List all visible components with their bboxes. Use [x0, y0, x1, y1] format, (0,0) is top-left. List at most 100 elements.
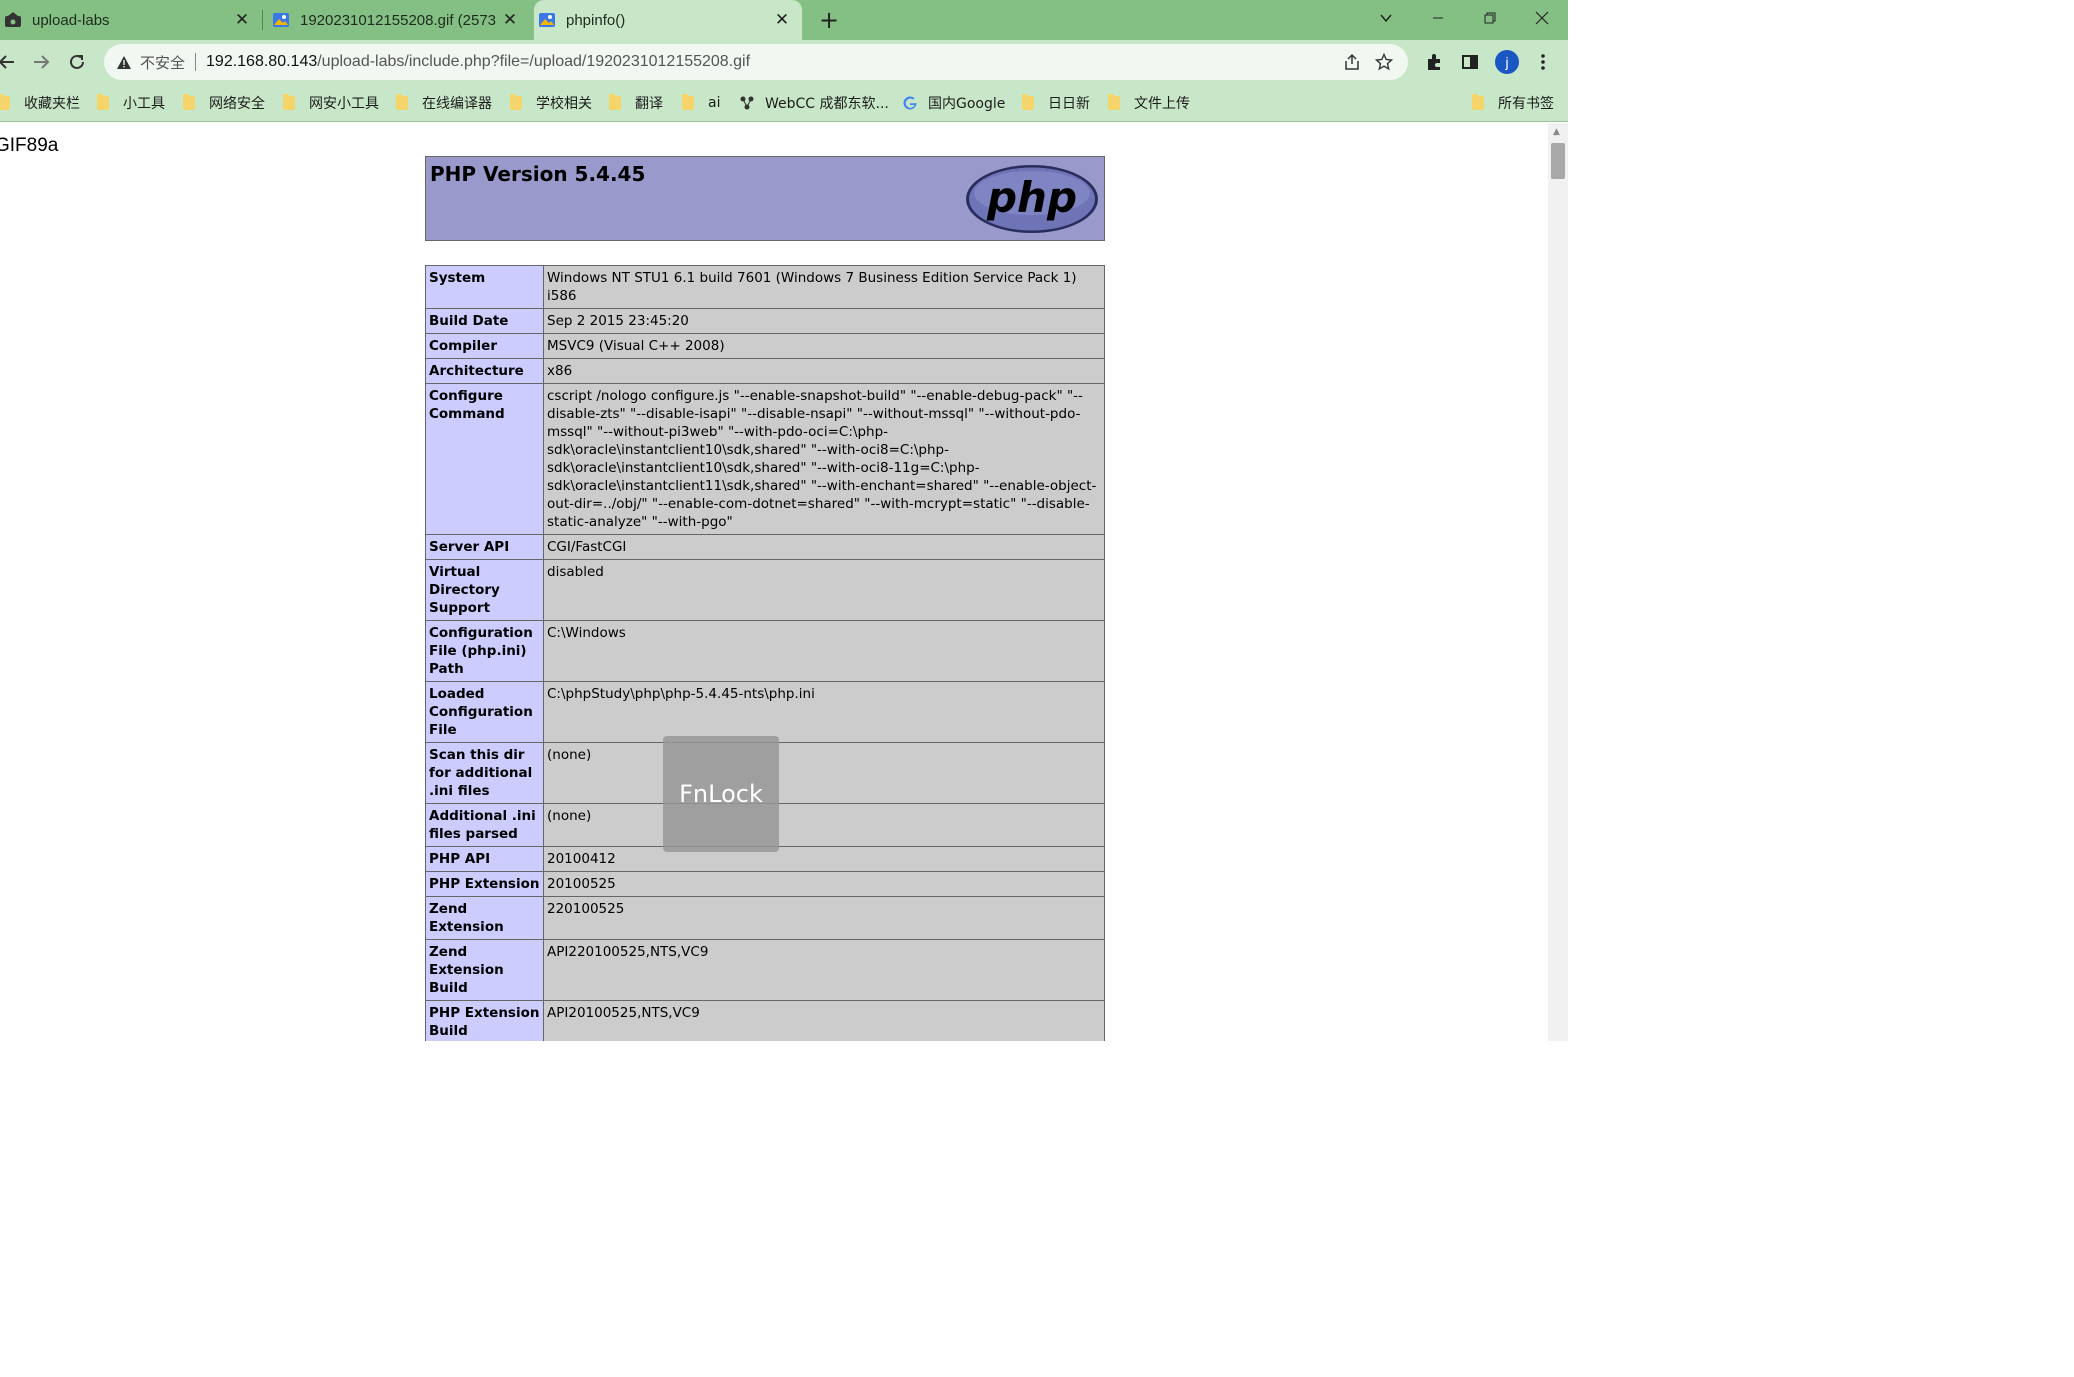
table-row: PHP Extension 20100525: [425, 871, 1105, 897]
fnlock-overlay: FnLock: [663, 736, 779, 852]
scrollbar-thumb[interactable]: [1551, 143, 1565, 179]
row-value: C:\Windows: [543, 620, 1105, 682]
close-window-button[interactable]: [1516, 0, 1568, 36]
row-value: API220100525,NTS,VC9: [543, 939, 1105, 1001]
arrow-left-icon: [0, 55, 14, 69]
browser-toolbar: 不安全 192.168.80.143/upload-labs/include.p…: [0, 40, 1568, 84]
row-key: System: [425, 265, 544, 309]
url-path: /upload-labs/include.php?file=/upload/19…: [317, 53, 751, 70]
side-panel-icon[interactable]: [1455, 47, 1485, 77]
restore-icon: [1484, 12, 1496, 24]
table-row: Build Date Sep 2 2015 23:45:20: [425, 308, 1105, 334]
row-key: Additional .ini files parsed: [425, 803, 544, 847]
table-row: PHP Extension Build API20100525,NTS,VC9: [425, 1000, 1105, 1041]
table-row: Loaded Configuration File C:\phpStudy\php…: [425, 681, 1105, 743]
folder-icon: [510, 94, 522, 110]
bookmark-item[interactable]: 网安小工具: [283, 92, 379, 114]
scroll-up-icon[interactable]: ▲: [1553, 127, 1560, 137]
bookmark-label: 网安小工具: [309, 96, 379, 112]
row-key: Virtual Directory Support: [425, 559, 544, 621]
tab-search-button[interactable]: [1360, 0, 1412, 36]
folder-icon: [0, 94, 10, 110]
bookmark-item[interactable]: 日日新: [1022, 92, 1090, 114]
profile-avatar[interactable]: j: [1495, 50, 1519, 74]
row-key: Architecture: [425, 358, 544, 384]
bookmark-item[interactable]: 学校相关: [510, 92, 592, 114]
bookmark-item[interactable]: 翻译: [609, 92, 663, 114]
bookmark-label: 日日新: [1048, 96, 1090, 112]
share-icon[interactable]: [1336, 46, 1368, 78]
forward-button[interactable]: [26, 47, 56, 77]
url-text[interactable]: 192.168.80.143/upload-labs/include.php?f…: [206, 53, 1336, 71]
bookmark-item[interactable]: WebCC 成都东软...: [739, 92, 889, 114]
close-icon[interactable]: ✕: [768, 6, 796, 34]
row-key: Server API: [425, 534, 544, 560]
address-bar[interactable]: 不安全 192.168.80.143/upload-labs/include.p…: [104, 44, 1408, 80]
php-logo[interactable]: php: [964, 163, 1100, 235]
bookmark-item[interactable]: 小工具: [97, 92, 165, 114]
arrow-right-icon: [34, 55, 50, 69]
row-value: 20100412: [543, 846, 1105, 872]
bookmark-item[interactable]: ai: [682, 92, 720, 114]
folder-icon: [183, 94, 195, 110]
tab-separator: [262, 10, 263, 30]
bookmark-label: WebCC 成都东软...: [765, 96, 889, 112]
bookmark-item[interactable]: 国内Google: [902, 92, 1005, 114]
menu-icon[interactable]: [1528, 47, 1558, 77]
row-value: (none): [543, 742, 1105, 804]
table-row: Zend Extension 220100525: [425, 896, 1105, 940]
bookmark-item[interactable]: 在线编译器: [396, 92, 492, 114]
bookmark-label: 翻译: [635, 96, 663, 112]
star-icon[interactable]: [1368, 46, 1400, 78]
folder-icon: [396, 94, 408, 110]
webcc-icon: [740, 96, 754, 110]
tab-phpinfo[interactable]: phpinfo() ✕: [534, 0, 802, 40]
bookmark-label: 在线编译器: [422, 96, 492, 112]
close-icon[interactable]: ✕: [228, 6, 256, 34]
bookmark-item[interactable]: 文件上传: [1108, 92, 1190, 114]
row-key: PHP Extension: [425, 871, 544, 897]
bookmark-label: 所有书签: [1498, 96, 1554, 112]
bookmark-item[interactable]: 收藏夹栏: [0, 92, 80, 114]
vertical-scrollbar[interactable]: ▲: [1548, 123, 1568, 1041]
bookmark-label: 国内Google: [928, 96, 1006, 112]
row-key: Build Date: [425, 308, 544, 334]
tab-upload-labs[interactable]: upload-labs ✕: [0, 0, 262, 40]
row-key: Zend Extension: [425, 896, 544, 940]
chevron-down-icon: [1380, 14, 1392, 23]
minimize-icon: [1433, 17, 1443, 19]
table-row: Compiler MSVC9 (Visual C++ 2008): [425, 333, 1105, 359]
row-value: MSVC9 (Visual C++ 2008): [543, 333, 1105, 359]
image-favicon-icon: [539, 13, 555, 27]
row-value: 220100525: [543, 896, 1105, 940]
bookmark-label: 网络安全: [209, 96, 265, 112]
reload-icon: [70, 54, 84, 69]
tab-gif-image[interactable]: 1920231012155208.gif (2573× ✕: [268, 0, 530, 40]
minimize-button[interactable]: [1412, 0, 1464, 36]
php-logo-text: php: [986, 173, 1077, 222]
back-button[interactable]: [0, 47, 22, 77]
bookmark-label: 文件上传: [1134, 96, 1190, 112]
row-value: 20100525: [543, 871, 1105, 897]
security-label[interactable]: 不安全: [140, 52, 185, 73]
close-icon[interactable]: ✕: [496, 6, 524, 34]
folder-icon: [1022, 94, 1034, 110]
tab-strip: upload-labs ✕ 1920231012155208.gif (2573…: [0, 0, 1568, 40]
extensions-icon[interactable]: [1419, 47, 1449, 77]
folder-icon: [682, 94, 694, 110]
page-content: GIF89a PHP Version 5.4.45 php System Wind…: [0, 123, 1548, 1041]
all-bookmarks[interactable]: 所有书签: [1472, 92, 1554, 114]
bookmark-item[interactable]: 网络安全: [183, 92, 265, 114]
tab-title: phpinfo(): [566, 11, 626, 29]
table-row: Virtual Directory Support disabled: [425, 559, 1105, 621]
warning-icon[interactable]: [116, 54, 132, 70]
reload-button[interactable]: [62, 47, 92, 77]
url-host: 192.168.80.143: [206, 53, 318, 70]
row-value: Sep 2 2015 23:45:20: [543, 308, 1105, 334]
table-row: System Windows NT STU1 6.1 build 7601 (Wi…: [425, 265, 1105, 309]
row-value: (none): [543, 803, 1105, 847]
new-tab-button[interactable]: +: [814, 5, 844, 35]
restore-button[interactable]: [1464, 0, 1516, 36]
table-row: Server API CGI/FastCGI: [425, 534, 1105, 560]
folder-icon: [283, 94, 295, 110]
